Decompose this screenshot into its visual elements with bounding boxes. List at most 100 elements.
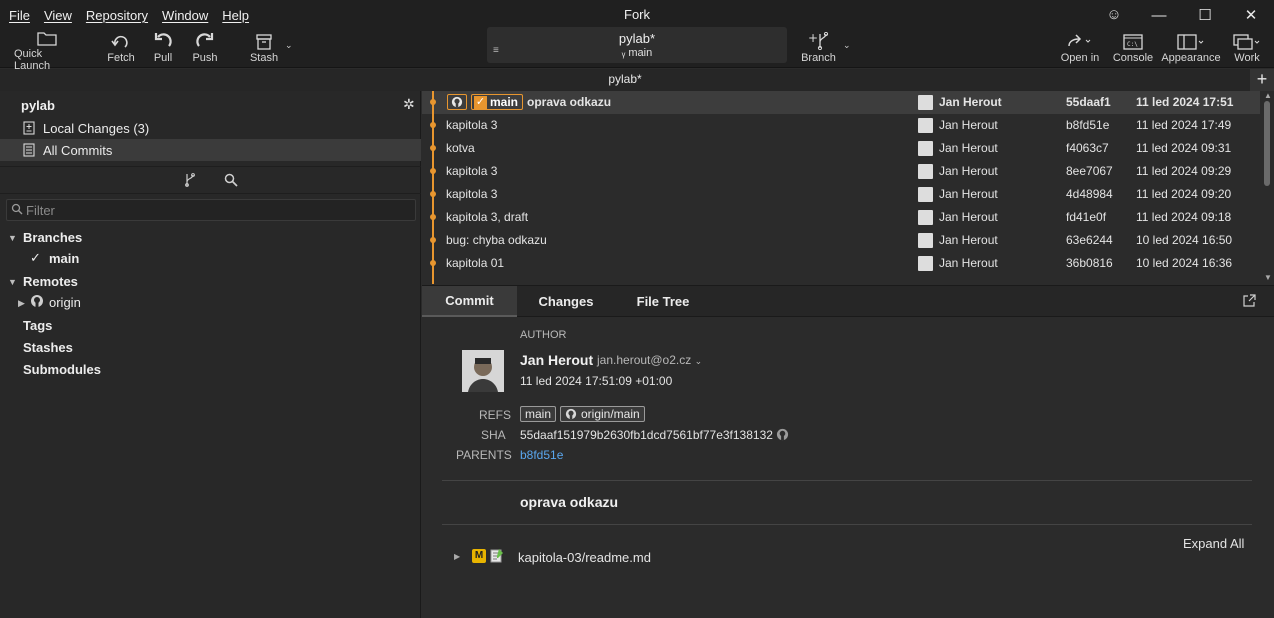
svg-text:+: + [808,32,818,45]
workspaces-button[interactable]: Work [1231,30,1263,68]
appearance-button[interactable]: Appearance [1161,30,1221,68]
window-controls: — ☐ ✕ [1136,0,1274,30]
filter-input[interactable]: Filter [6,199,416,221]
menu-view[interactable]: View [44,8,72,23]
modified-file-icon: M [472,549,486,563]
branches-header[interactable]: Branches [23,230,82,245]
commit-message: kapitola 3 [446,118,498,132]
scroll-down-arrow-icon[interactable]: ▼ [1264,273,1272,282]
author-date: 11 led 2024 17:51:09 +01:00 [520,374,673,388]
remote-origin[interactable]: origin [49,295,81,310]
sidebar-tools [0,166,421,194]
commit-row[interactable]: ✓ main oprava odkazu Jan Herout 55daaf1 1… [422,91,1260,114]
branch-button[interactable]: + Branch [800,30,837,68]
avatar [918,233,933,248]
new-tab-plus-icon[interactable]: + [1250,69,1274,91]
commit-row[interactable]: kapitola 3 Jan Herout 8ee7067 11 led 202… [422,160,1260,183]
remotes-expand-triangle-icon[interactable]: ▼ [8,277,17,287]
submodules-header[interactable]: Submodules [23,362,101,377]
menu-file[interactable]: File [9,8,30,23]
avatar [918,187,933,202]
text-file-icon [490,548,504,566]
appearance-icon [1177,30,1205,52]
commit-sha: 4d48984 [1066,187,1113,201]
tab-file-tree[interactable]: File Tree [618,286,708,317]
console-icon: C:\ [1123,30,1143,52]
scrollbar-thumb[interactable] [1264,101,1270,186]
pull-button[interactable]: Pull [151,30,175,68]
remotes-header[interactable]: Remotes [23,274,78,289]
menu-window[interactable]: Window [162,8,208,23]
ref-badge-label: main [490,95,519,109]
github-icon[interactable] [776,428,789,444]
origin-expand-triangle-icon[interactable]: ▶ [18,298,25,309]
repository-selector[interactable]: ≡ pylab* ᵧ main [487,27,787,63]
menu-bar: File View Repository Window Help [9,8,249,23]
commit-author: Jan Herout [939,118,998,132]
sidebar-item-all-commits[interactable]: All Commits [0,139,421,161]
commit-row[interactable]: bug: chyba odkazu Jan Herout 63e6244 10 … [422,229,1260,252]
file-expand-triangle-icon[interactable]: ▶ [454,552,460,561]
gear-icon[interactable]: ✲ [403,96,415,113]
stashes-header[interactable]: Stashes [23,340,73,355]
feedback-smiley-icon[interactable]: ☺ [1105,6,1123,24]
commit-full-sha[interactable]: 55daaf151979b2630fb1dcd7561bf77e3f138132 [520,428,773,442]
pull-label: Pull [153,52,173,64]
fetch-button[interactable]: Fetch [106,30,136,68]
tab-changes[interactable]: Changes [522,286,610,317]
close-button[interactable]: ✕ [1228,0,1274,30]
commit-row[interactable]: kapitola 3 Jan Herout b8fd51e 11 led 202… [422,114,1260,137]
commit-graph-dot [430,191,436,197]
open-in-button[interactable]: Open in [1059,30,1101,68]
open-external-icon[interactable] [1243,294,1256,310]
branch-dropdown-chevron-down-icon[interactable]: ⌄ [843,40,851,51]
ref-badge-main[interactable]: ✓ main [471,94,524,110]
branch-filter-icon[interactable] [184,173,196,190]
parents-label: PARENTS [456,448,512,462]
commit-row[interactable]: kapitola 01 Jan Herout 36b0816 10 led 20… [422,252,1260,275]
search-icon[interactable] [224,173,238,190]
tags-header[interactable]: Tags [23,318,52,333]
commit-date: 10 led 2024 16:36 [1136,256,1233,270]
parent-commit-link[interactable]: b8fd51e [520,448,563,462]
commit-row[interactable]: kapitola 3 Jan Herout 4d48984 11 led 202… [422,183,1260,206]
stash-button[interactable]: Stash [250,30,278,68]
stash-dropdown-chevron-down-icon[interactable]: ⌄ [285,40,293,51]
ref-pill-origin-main[interactable]: origin/main [560,406,645,422]
console-button[interactable]: C:\ Console [1112,30,1154,68]
title-bar: File View Repository Window Help Fork ☺ … [0,0,1274,30]
filter-placeholder: Filter [26,203,55,218]
fetch-label: Fetch [107,52,135,64]
avatar [918,210,933,225]
expand-all-button[interactable]: Expand All [1183,536,1244,551]
commit-list-scrollbar[interactable]: ▲ ▼ [1262,91,1274,284]
menu-repository[interactable]: Repository [86,8,148,23]
commit-sha: b8fd51e [1066,118,1110,132]
branch-label: Branch [801,52,836,64]
ref-pill-main[interactable]: main [520,406,557,422]
commit-author: Jan Herout [939,210,998,224]
tab-pylab[interactable]: pylab* [0,72,1250,86]
branch-main[interactable]: main [49,251,79,266]
github-icon [447,94,467,110]
commit-row[interactable]: kapitola 3, draft Jan Herout fd41e0f 11 … [422,206,1260,229]
menu-help[interactable]: Help [222,8,249,23]
quick-launch-button[interactable]: Quick Launch [14,30,80,72]
tab-commit[interactable]: Commit [422,286,517,317]
author-email[interactable]: jan.herout@o2.cz ⌄ [597,353,702,367]
changed-file-path[interactable]: kapitola-03/readme.md [518,550,651,565]
avatar [918,256,933,271]
push-button[interactable]: Push [192,30,218,68]
minimize-button[interactable]: — [1136,0,1182,30]
refs-label: REFS [479,408,512,422]
divider [442,480,1252,481]
maximize-button[interactable]: ☐ [1182,0,1228,30]
detail-tabs: Commit Changes File Tree [422,285,1274,317]
check-icon: ✓ [30,250,41,265]
branches-expand-triangle-icon[interactable]: ▼ [8,233,17,243]
workspaces-icon [1233,30,1261,52]
github-icon [565,408,577,420]
sidebar-item-local-changes[interactable]: Local Changes (3) [0,117,421,139]
scroll-up-arrow-icon[interactable]: ▲ [1264,91,1272,100]
commit-row[interactable]: kotva Jan Herout f4063c7 11 led 2024 09:… [422,137,1260,160]
